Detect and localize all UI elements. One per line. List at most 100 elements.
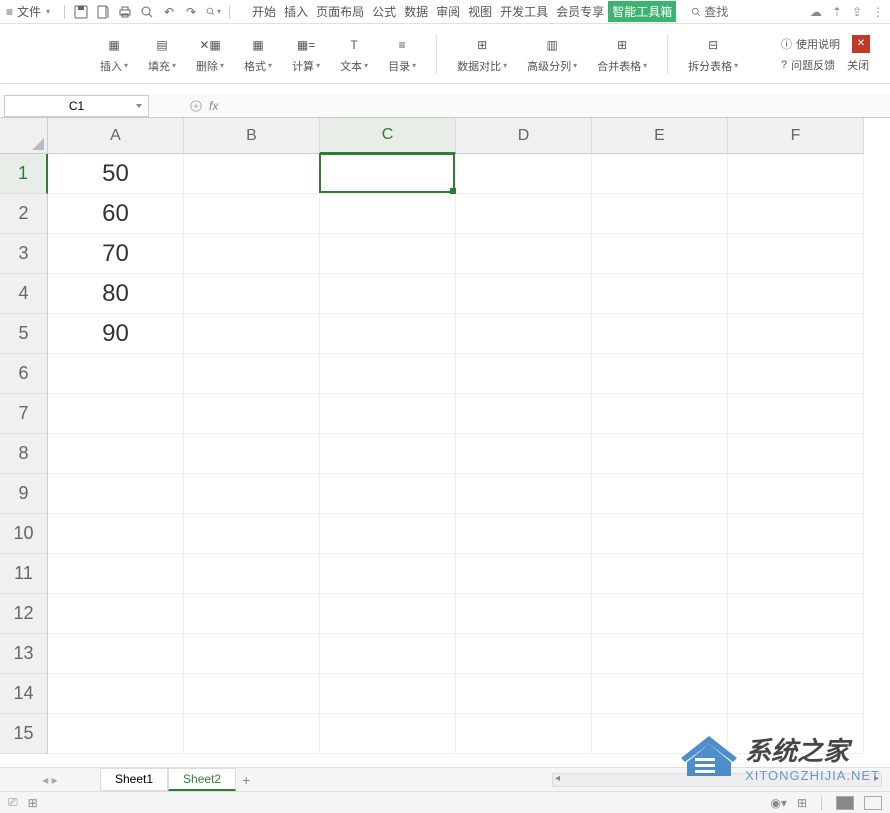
column-header-F[interactable]: F <box>728 118 864 154</box>
cell-E1[interactable] <box>592 154 728 194</box>
cell-F8[interactable] <box>728 434 864 474</box>
help-button[interactable]: ⓘ使用说明✕ <box>781 35 870 53</box>
cell-D8[interactable] <box>456 434 592 474</box>
cell-D15[interactable] <box>456 714 592 754</box>
cell-C7[interactable] <box>320 394 456 434</box>
cell-C14[interactable] <box>320 674 456 714</box>
cell-B13[interactable] <box>184 634 320 674</box>
cell-E7[interactable] <box>592 394 728 434</box>
name-box[interactable]: C1 <box>4 95 149 117</box>
cell-D1[interactable] <box>456 154 592 194</box>
cell-C13[interactable] <box>320 634 456 674</box>
cell-F4[interactable] <box>728 274 864 314</box>
ribbon-目录[interactable]: ≡目录▾ <box>388 34 416 74</box>
cell-C12[interactable] <box>320 594 456 634</box>
cell-D2[interactable] <box>456 194 592 234</box>
formula-input[interactable] <box>218 95 890 117</box>
ribbon-tab-8[interactable]: 会员专享 <box>552 1 608 22</box>
preview-icon[interactable] <box>139 4 155 20</box>
cell-C8[interactable] <box>320 434 456 474</box>
ribbon-tab-4[interactable]: 数据 <box>400 1 432 22</box>
cell-B3[interactable] <box>184 234 320 274</box>
row-header-13[interactable]: 13 <box>0 634 48 674</box>
cell-F7[interactable] <box>728 394 864 434</box>
cell-C9[interactable] <box>320 474 456 514</box>
cell-B12[interactable] <box>184 594 320 634</box>
cell-E12[interactable] <box>592 594 728 634</box>
cell-E10[interactable] <box>592 514 728 554</box>
cell-F14[interactable] <box>728 674 864 714</box>
ribbon-tab-7[interactable]: 开发工具 <box>496 1 552 22</box>
row-header-15[interactable]: 15 <box>0 714 48 754</box>
ribbon-高级分列[interactable]: ▥高级分列▾ <box>527 34 577 74</box>
ribbon-格式[interactable]: ▦格式▾ <box>244 34 272 74</box>
cells[interactable]: 5060708090 <box>48 154 864 754</box>
row-header-14[interactable]: 14 <box>0 674 48 714</box>
cell-A14[interactable] <box>48 674 184 714</box>
close-icon[interactable]: ✕ <box>852 35 870 53</box>
row-header-11[interactable]: 11 <box>0 554 48 594</box>
row-header-5[interactable]: 5 <box>0 314 48 354</box>
cell-D14[interactable] <box>456 674 592 714</box>
cell-E8[interactable] <box>592 434 728 474</box>
tab-icon[interactable]: ⊞ <box>28 796 38 810</box>
ribbon-删除[interactable]: ✕▦删除▾ <box>196 34 224 74</box>
new-icon[interactable] <box>95 4 111 20</box>
row-header-2[interactable]: 2 <box>0 194 48 234</box>
cloud-icon[interactable]: ☁ <box>810 5 822 19</box>
file-menu[interactable]: ≡ 文件 ▾ <box>6 3 50 20</box>
cell-D9[interactable] <box>456 474 592 514</box>
ribbon-计算[interactable]: ▦=计算▾ <box>292 34 320 74</box>
cell-B2[interactable] <box>184 194 320 234</box>
row-header-3[interactable]: 3 <box>0 234 48 274</box>
ribbon-拆分表格[interactable]: ⊟拆分表格▾ <box>688 34 738 74</box>
cell-D12[interactable] <box>456 594 592 634</box>
cell-E14[interactable] <box>592 674 728 714</box>
cell-E9[interactable] <box>592 474 728 514</box>
grid-icon[interactable]: ⊞ <box>797 796 807 810</box>
cell-F9[interactable] <box>728 474 864 514</box>
cell-D7[interactable] <box>456 394 592 434</box>
cell-A9[interactable] <box>48 474 184 514</box>
cell-A1[interactable]: 50 <box>48 154 184 194</box>
column-header-A[interactable]: A <box>48 118 184 154</box>
ribbon-tab-0[interactable]: 开始 <box>248 1 280 22</box>
sheet-tab-Sheet1[interactable]: Sheet1 <box>100 768 168 791</box>
page-view-button[interactable] <box>864 796 882 810</box>
row-header-8[interactable]: 8 <box>0 434 48 474</box>
more-icon[interactable]: ⋮ <box>872 5 884 19</box>
ribbon-tab-3[interactable]: 公式 <box>368 1 400 22</box>
cell-F11[interactable] <box>728 554 864 594</box>
feedback-button[interactable]: ?问题反馈关闭 <box>781 57 870 73</box>
cell-E4[interactable] <box>592 274 728 314</box>
cell-B11[interactable] <box>184 554 320 594</box>
cell-B14[interactable] <box>184 674 320 714</box>
row-header-7[interactable]: 7 <box>0 394 48 434</box>
cell-F13[interactable] <box>728 634 864 674</box>
share-icon[interactable]: ⇪ <box>852 5 862 19</box>
column-header-B[interactable]: B <box>184 118 320 154</box>
column-header-E[interactable]: E <box>592 118 728 154</box>
cell-F10[interactable] <box>728 514 864 554</box>
cell-E3[interactable] <box>592 234 728 274</box>
cell-B9[interactable] <box>184 474 320 514</box>
cell-A11[interactable] <box>48 554 184 594</box>
undo-icon[interactable]: ↶ <box>161 4 177 20</box>
cell-A15[interactable] <box>48 714 184 754</box>
cell-D6[interactable] <box>456 354 592 394</box>
cell-B7[interactable] <box>184 394 320 434</box>
column-header-C[interactable]: C <box>320 118 456 154</box>
cell-D13[interactable] <box>456 634 592 674</box>
cell-C6[interactable] <box>320 354 456 394</box>
search-box[interactable]: 查找 <box>690 3 728 20</box>
row-header-9[interactable]: 9 <box>0 474 48 514</box>
ribbon-tab-9[interactable]: 智能工具箱 <box>608 1 676 22</box>
cell-A6[interactable] <box>48 354 184 394</box>
ribbon-合并表格[interactable]: ⊞合并表格▾ <box>597 34 647 74</box>
ribbon-填充[interactable]: ▤填充▾ <box>148 34 176 74</box>
cell-D10[interactable] <box>456 514 592 554</box>
cell-C2[interactable] <box>320 194 456 234</box>
cell-A12[interactable] <box>48 594 184 634</box>
cell-A7[interactable] <box>48 394 184 434</box>
cell-D4[interactable] <box>456 274 592 314</box>
